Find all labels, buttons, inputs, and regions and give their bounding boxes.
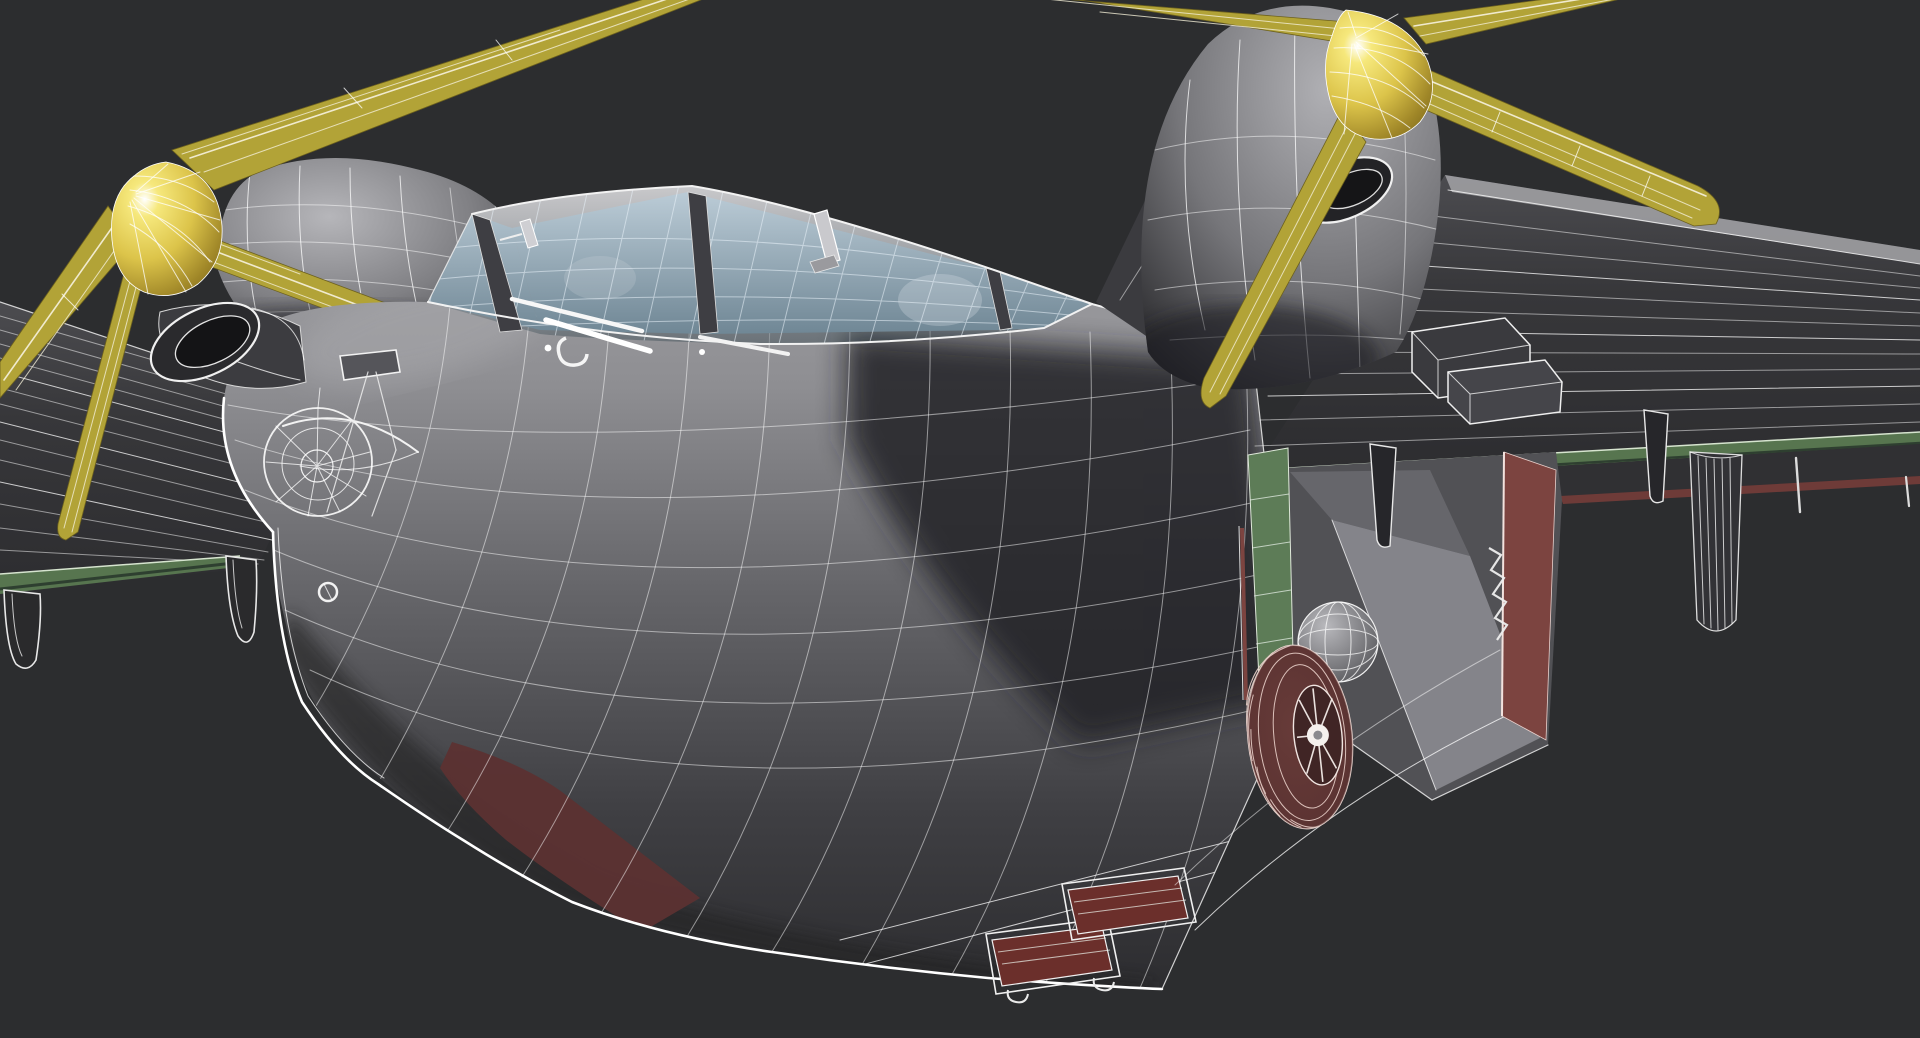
red-wedge-panel [1501,451,1557,741]
port-spinner [111,161,223,296]
model-viewport[interactable] [0,0,1920,1038]
render-canvas [0,0,1920,1038]
